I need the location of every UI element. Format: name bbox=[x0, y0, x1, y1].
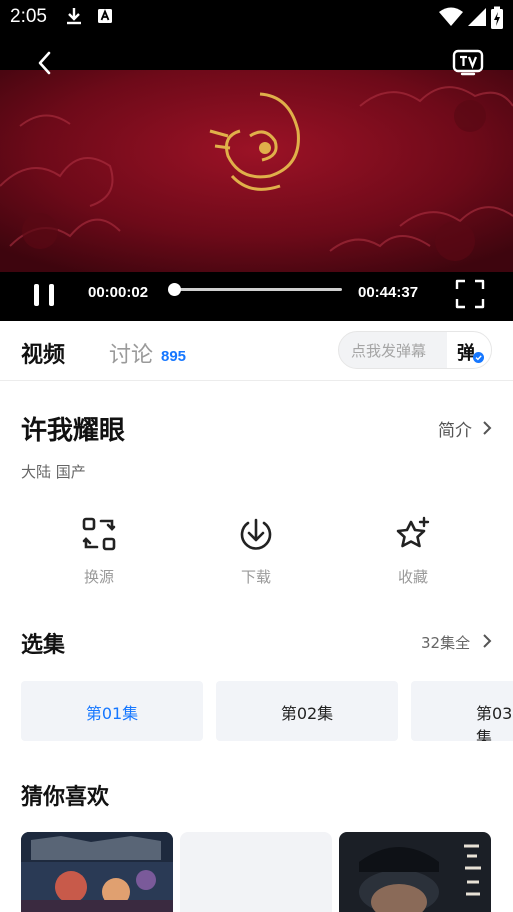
tv-cast-icon[interactable] bbox=[450, 47, 486, 77]
episode-label: 第03集 bbox=[476, 704, 513, 741]
check-badge-icon bbox=[473, 352, 484, 363]
recommend-poster[interactable] bbox=[21, 832, 173, 912]
episodes-title: 选集 bbox=[21, 633, 66, 658]
episodes-count-link[interactable]: 32集全 bbox=[421, 632, 470, 653]
episode-card[interactable]: 第03集 bbox=[411, 681, 513, 741]
download-button[interactable]: 下载 bbox=[206, 516, 306, 590]
star-add-icon bbox=[396, 516, 430, 548]
danmaku-input[interactable]: 点我发弹幕 bbox=[351, 340, 426, 361]
pause-icon[interactable] bbox=[30, 278, 60, 312]
switch-source-icon bbox=[82, 517, 116, 551]
danmaku-toggle-button[interactable]: 弹 bbox=[447, 332, 491, 368]
tab-video[interactable]: 视频 bbox=[21, 337, 65, 369]
video-player[interactable]: 00:00:02 00:44:37 bbox=[0, 36, 513, 321]
favorite-button[interactable]: 收藏 bbox=[363, 516, 463, 590]
danmaku-bar: 点我发弹幕 弹 bbox=[338, 331, 492, 369]
chevron-right-icon[interactable] bbox=[482, 633, 492, 649]
download-circle-icon bbox=[240, 518, 272, 550]
total-time: 00:44:37 bbox=[358, 284, 419, 301]
battery-charging-icon bbox=[491, 6, 503, 29]
recommend-poster[interactable] bbox=[180, 832, 332, 912]
signal-icon bbox=[468, 8, 486, 26]
show-title: 许我耀眼 bbox=[21, 416, 126, 446]
back-arrow-icon[interactable] bbox=[30, 48, 60, 78]
show-tags: 大陆 国产 bbox=[21, 463, 86, 481]
recommend-poster[interactable] bbox=[339, 832, 491, 912]
switch-source-button[interactable]: 换源 bbox=[49, 516, 149, 590]
discuss-count-badge: 895 bbox=[161, 348, 187, 365]
status-bar: 2:05 bbox=[0, 0, 513, 36]
download-icon bbox=[67, 8, 81, 25]
chevron-right-icon[interactable] bbox=[482, 420, 492, 436]
a-icon bbox=[98, 9, 112, 23]
intro-link[interactable]: 简介 bbox=[438, 416, 472, 441]
switch-source-label: 换源 bbox=[83, 568, 114, 586]
tab-discuss[interactable]: 讨论 bbox=[109, 337, 153, 369]
poster-image bbox=[339, 832, 491, 912]
favorite-label: 收藏 bbox=[397, 568, 428, 586]
player-controls: 00:00:02 00:44:37 bbox=[0, 272, 513, 321]
seek-bar[interactable] bbox=[168, 283, 342, 296]
player-top-bar bbox=[0, 36, 513, 70]
episode-card[interactable]: 第01集 bbox=[21, 681, 203, 741]
fullscreen-icon[interactable] bbox=[454, 278, 486, 310]
poster-image bbox=[21, 832, 173, 912]
episode-card[interactable]: 第02集 bbox=[216, 681, 398, 741]
recommend-title: 猜你喜欢 bbox=[21, 785, 110, 810]
current-time: 00:00:02 bbox=[88, 284, 149, 301]
episode-label: 第02集 bbox=[280, 704, 334, 723]
wifi-icon bbox=[439, 7, 463, 26]
episode-label: 第01集 bbox=[85, 704, 139, 723]
status-time: 2:05 bbox=[10, 6, 47, 27]
tabs-row: 视频 讨论 895 点我发弹幕 弹 bbox=[0, 321, 513, 381]
download-label: 下载 bbox=[240, 568, 271, 586]
